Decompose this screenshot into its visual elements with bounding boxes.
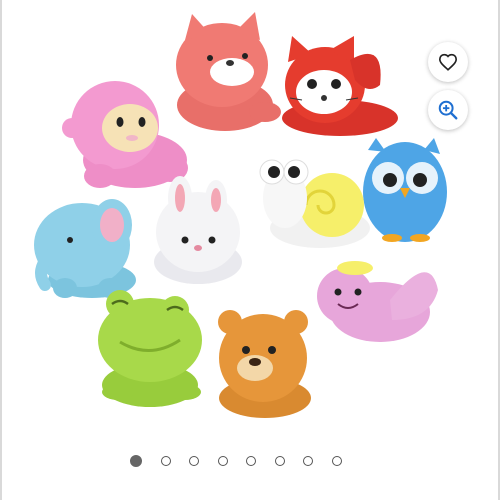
zoom-button[interactable] <box>428 90 468 130</box>
carousel-pagination <box>130 455 342 467</box>
left-divider <box>0 0 2 500</box>
frog-toy <box>98 290 202 407</box>
zoom-in-icon <box>438 100 458 120</box>
wishlist-button[interactable] <box>428 42 468 82</box>
heart-icon <box>438 53 458 71</box>
carousel-dot[interactable] <box>189 456 199 466</box>
carousel-dot[interactable] <box>160 456 171 466</box>
carousel-dot[interactable] <box>130 455 142 467</box>
monkey-toy <box>62 81 188 188</box>
bath-toys-illustration <box>34 12 447 418</box>
bird-toy <box>317 261 438 342</box>
fox-toy <box>176 12 281 131</box>
bear-toy <box>218 310 311 418</box>
red-fox-toy <box>282 36 398 136</box>
carousel-dot[interactable] <box>331 456 342 466</box>
owl-toy <box>363 138 447 242</box>
carousel-dot[interactable] <box>246 456 256 466</box>
snail-toy <box>259 159 370 248</box>
rabbit-toy <box>154 176 242 284</box>
product-image[interactable] <box>20 0 460 440</box>
carousel-dot[interactable] <box>274 456 285 466</box>
carousel-dot[interactable] <box>217 456 228 466</box>
carousel-dot[interactable] <box>303 456 313 466</box>
elephant-toy <box>34 199 136 298</box>
